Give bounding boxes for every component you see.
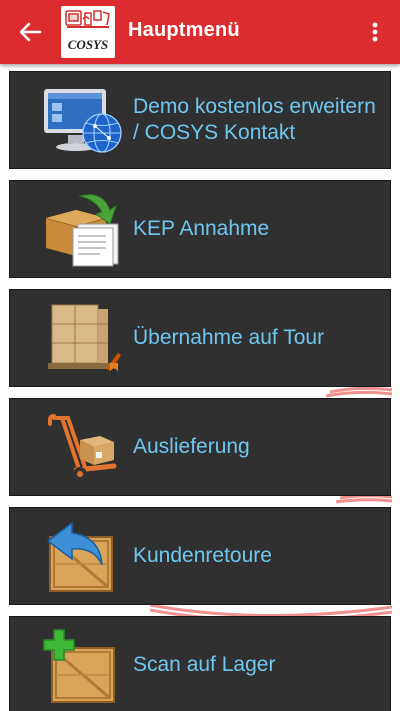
- box-document-icon: [45, 194, 119, 267]
- menu-item-label: Auslieferung: [133, 434, 250, 458]
- menu-item-demo-contact[interactable]: Demo kostenlos erweitern / COSYS Kontakt: [9, 71, 391, 169]
- overflow-menu-button[interactable]: [360, 14, 390, 50]
- menu-item-kundenretoure[interactable]: Kundenretoure: [9, 507, 391, 605]
- crate-return-icon: [46, 521, 113, 592]
- menu-item-label: Übernahme auf Tour: [133, 325, 325, 349]
- menu-item-scan-lager[interactable]: Scan auf Lager: [9, 616, 391, 711]
- crate-add-icon: [43, 629, 115, 703]
- menu-item-label: Kundenretoure: [133, 543, 272, 567]
- page-title: Hauptmenü: [128, 19, 240, 41]
- hand-truck-icon: [48, 414, 117, 481]
- svg-text:COSYS: COSYS: [68, 37, 108, 52]
- back-button[interactable]: [12, 14, 48, 50]
- app-bar: COSYS Hauptmenü: [0, 0, 400, 64]
- pallet-jack-icon: [48, 304, 121, 376]
- more-vert-icon: [372, 22, 378, 42]
- arrow-left-icon: [19, 22, 42, 42]
- menu-item-label: KEP Annahme: [133, 216, 270, 240]
- menu-item-kep-annahme[interactable]: KEP Annahme: [9, 180, 391, 278]
- menu-item-auslieferung[interactable]: Auslieferung: [9, 398, 391, 496]
- menu-item-label: Scan auf Lager: [133, 652, 276, 676]
- cosys-logo: COSYS: [61, 6, 115, 58]
- menu-item-uebernahme-tour[interactable]: Übernahme auf Tour: [9, 289, 391, 387]
- menu-item-label: Demo kostenlos erweitern / COSYS Kontakt: [133, 94, 376, 145]
- monitor-globe-icon: [44, 89, 122, 153]
